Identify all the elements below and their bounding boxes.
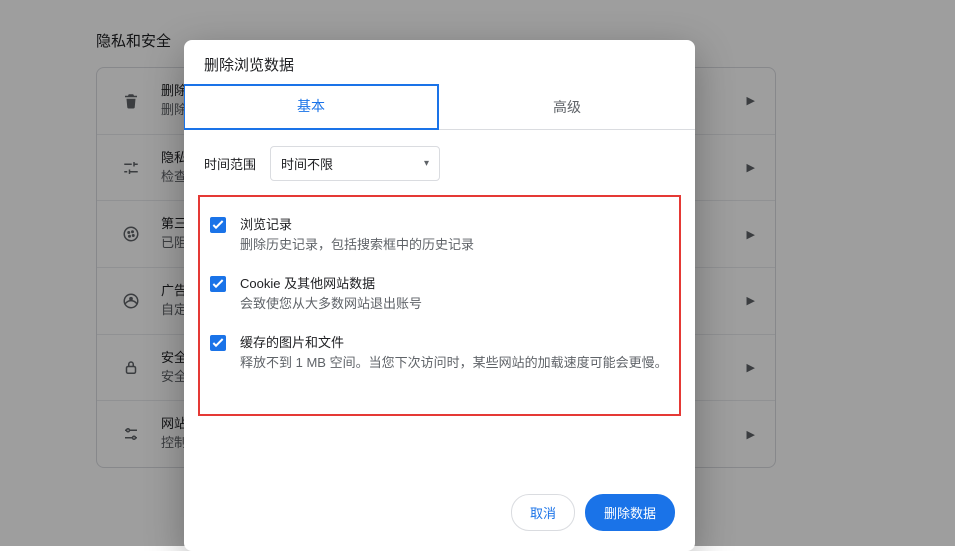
option-cookies[interactable]: Cookie 及其他网站数据 会致使您从大多数网站退出账号 — [210, 266, 669, 325]
clear-data-dialog: 删除浏览数据 基本 高级 时间范围 时间不限 ▾ 浏览记录 删除历史记录，包括搜… — [184, 40, 695, 551]
checkbox-checked-icon[interactable] — [210, 335, 226, 351]
chevron-down-icon: ▾ — [424, 158, 429, 169]
option-texts: 缓存的图片和文件 释放不到 1 MB 空间。当您下次访问时，某些网站的加载速度可… — [240, 333, 668, 372]
dialog-body: 时间范围 时间不限 ▾ 浏览记录 删除历史记录，包括搜索框中的历史记录 — [184, 130, 695, 416]
checkbox-checked-icon[interactable] — [210, 217, 226, 233]
time-range-select[interactable]: 时间不限 ▾ — [270, 146, 440, 181]
option-desc: 会致使您从大多数网站退出账号 — [240, 294, 422, 314]
option-browsing-history[interactable]: 浏览记录 删除历史记录，包括搜索框中的历史记录 — [210, 207, 669, 266]
option-cache[interactable]: 缓存的图片和文件 释放不到 1 MB 空间。当您下次访问时，某些网站的加载速度可… — [210, 325, 669, 384]
highlight-box: 浏览记录 删除历史记录，包括搜索框中的历史记录 Cookie 及其他网站数据 会… — [198, 195, 681, 416]
tab-advanced[interactable]: 高级 — [439, 85, 695, 129]
dialog-title: 删除浏览数据 — [184, 40, 695, 85]
option-title: 缓存的图片和文件 — [240, 333, 668, 353]
clear-data-button[interactable]: 删除数据 — [585, 494, 675, 531]
time-range-row: 时间范围 时间不限 ▾ — [204, 146, 675, 181]
option-texts: 浏览记录 删除历史记录，包括搜索框中的历史记录 — [240, 215, 474, 254]
time-range-value: 时间不限 — [281, 154, 333, 173]
dialog-actions: 取消 删除数据 — [184, 476, 695, 551]
option-texts: Cookie 及其他网站数据 会致使您从大多数网站退出账号 — [240, 274, 422, 313]
tab-basic[interactable]: 基本 — [184, 84, 439, 130]
time-range-label: 时间范围 — [204, 154, 256, 173]
option-title: 浏览记录 — [240, 215, 474, 235]
cancel-button[interactable]: 取消 — [511, 494, 575, 531]
option-title: Cookie 及其他网站数据 — [240, 274, 422, 294]
option-desc: 释放不到 1 MB 空间。当您下次访问时，某些网站的加载速度可能会更慢。 — [240, 353, 668, 373]
dialog-tabs: 基本 高级 — [184, 85, 695, 130]
checkbox-checked-icon[interactable] — [210, 276, 226, 292]
option-desc: 删除历史记录，包括搜索框中的历史记录 — [240, 235, 474, 255]
